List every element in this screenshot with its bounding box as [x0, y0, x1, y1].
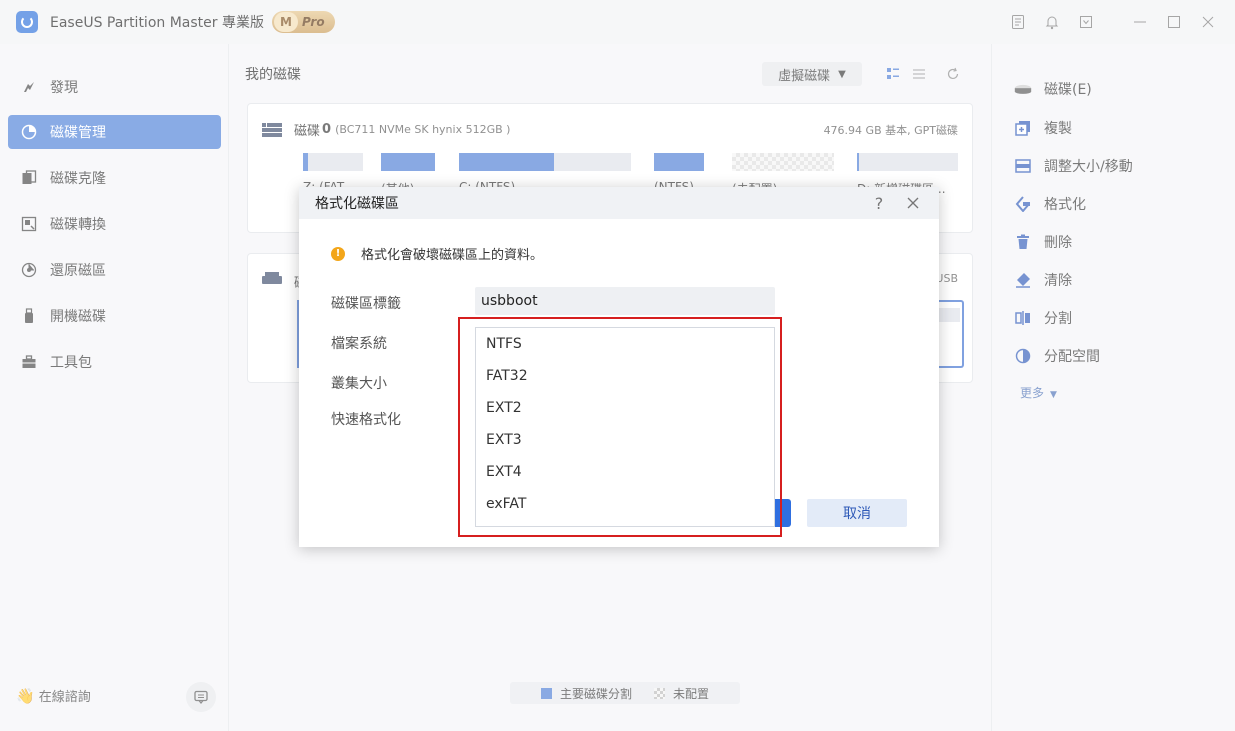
partition-label-caption: 磁碟區標籤: [331, 296, 401, 312]
cluster-size-caption: 叢集大小: [331, 376, 387, 392]
dialog-title-bar: 格式化磁碟區: [299, 187, 939, 219]
filesystem-option-exfat[interactable]: exFAT: [476, 488, 774, 520]
filesystem-option-ntfs[interactable]: NTFS: [476, 328, 774, 360]
dialog-title: 格式化磁碟區: [315, 196, 399, 212]
help-icon[interactable]: ?: [869, 193, 889, 213]
warning-text: 格式化會破壞磁碟區上的資料。: [361, 248, 544, 263]
filesystem-option-fat32[interactable]: FAT32: [476, 360, 774, 392]
warning-icon: !: [331, 246, 345, 261]
partition-label-input[interactable]: [475, 287, 775, 315]
filesystem-option-ext2[interactable]: EXT2: [476, 392, 774, 424]
filesystem-option-ext3[interactable]: EXT3: [476, 424, 774, 456]
filesystem-option-ext4[interactable]: EXT4: [476, 456, 774, 488]
cancel-button[interactable]: 取消: [807, 499, 907, 527]
close-icon[interactable]: [903, 193, 923, 213]
warning-message: ! 格式化會破壞磁碟區上的資料。: [331, 244, 543, 263]
quick-format-caption: 快速格式化: [331, 412, 401, 428]
filesystem-dropdown-list: NTFS FAT32 EXT2 EXT3 EXT4 exFAT: [475, 327, 775, 527]
filesystem-caption: 檔案系統: [331, 336, 387, 352]
